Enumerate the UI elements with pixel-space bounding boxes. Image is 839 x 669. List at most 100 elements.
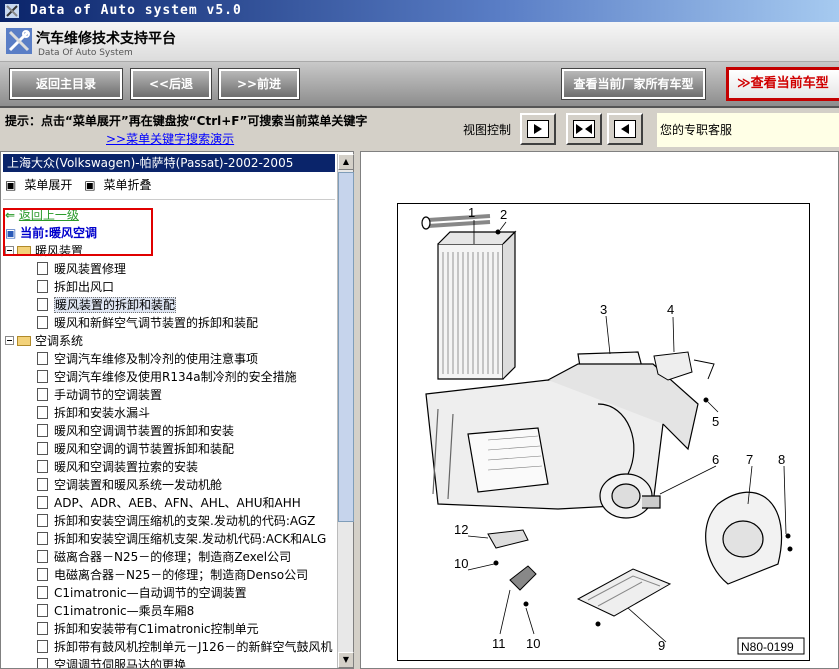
current-model-button[interactable]: ≫查看当前车型 <box>726 67 839 101</box>
document-icon <box>37 550 48 563</box>
menu-item-label: 磁离合器－N25－的修理；制造商Zexel公司 <box>54 550 292 564</box>
menu-item[interactable]: 暖风和空调的调节装置拆卸和装配 <box>37 440 234 458</box>
app-title: 汽车维修技术支持平台 <box>36 31 176 47</box>
menu-item-label: 空调装置和暖风系统一发动机舱 <box>54 478 223 492</box>
document-icon <box>37 298 48 311</box>
menu-item[interactable]: 空调装置和暖风系统一发动机舱 <box>37 476 222 494</box>
menu-item-label: 拆卸和安装带有C1imatronic控制单元 <box>54 622 259 636</box>
menu-item[interactable]: 拆卸和安装带有C1imatronic控制单元 <box>37 620 259 638</box>
document-icon <box>37 424 48 437</box>
collapse-menu-button[interactable]: 菜单折叠 <box>104 178 152 192</box>
menu-item-label: 空调调节伺服马达的更换 <box>54 658 187 668</box>
diagram-drawing: 1 23 456 7 8121011 10 9 N80-0199 <box>421 205 805 655</box>
search-demo-link[interactable]: >>菜单关键字搜索演示 <box>106 130 234 147</box>
double-chevron-icon: ≫ <box>737 76 751 91</box>
part-label: 6 <box>712 452 719 467</box>
document-icon <box>37 532 48 545</box>
menu-item-label: 暖风和空调调节装置的拆卸和安装 <box>54 424 235 438</box>
part-label: 10 <box>526 636 540 651</box>
menu-item[interactable]: 空调汽车维修及使用R134a制冷剂的安全措施 <box>37 368 297 386</box>
back-button[interactable]: <<后退 <box>130 68 212 100</box>
document-icon <box>37 514 48 527</box>
current-model-label: 查看当前车型 <box>750 76 829 91</box>
servo-part <box>509 565 537 591</box>
scroll-up-icon[interactable]: ▲ <box>338 154 354 170</box>
part-label: 8 <box>778 452 785 467</box>
document-icon <box>37 640 48 653</box>
menu-item[interactable]: 拆卸和安装空调压缩机支架.发动机代码:ACK和ALG <box>37 530 326 548</box>
menu-item[interactable]: C1imatronic—自动调节的空调装置 <box>37 584 247 602</box>
menu-item[interactable]: C1imatronic—乘员车厢8 <box>37 602 194 620</box>
menu-item[interactable]: 电磁离合器－N25－的修理；制造商Denso公司 <box>37 566 308 584</box>
home-button[interactable]: 返回主目录 <box>9 68 123 100</box>
menu-item-label: 空调汽车维修及使用R134a制冷剂的安全措施 <box>54 370 297 384</box>
highlight-frame <box>3 208 153 256</box>
part-label: 3 <box>600 302 607 317</box>
part-label: 1 <box>468 205 475 220</box>
menu-tree: ⇐ 返回上一级 ▣ 当前:暖风空调 暖风装置 空调系统 暖风装置修理 拆卸出风口暖… <box>5 206 337 668</box>
menu-item[interactable]: 磁离合器－N25－的修理；制造商Zexel公司 <box>37 548 291 566</box>
menu-item[interactable]: 拆卸出风口 <box>37 278 114 296</box>
bracket-part <box>653 351 715 381</box>
document-icon <box>37 586 48 599</box>
menu-item[interactable]: 拆卸和安装空调压缩机的支架.发动机的代码:AGZ <box>37 512 315 530</box>
view-control-label: 视图控制 <box>463 123 512 137</box>
menu-item[interactable]: 暖风和新鲜空气调节装置的拆卸和装配 <box>37 314 258 332</box>
window-title: Data of Auto system v5.0 <box>30 3 242 18</box>
part-label: 11 <box>492 636 506 651</box>
vertical-scrollbar[interactable]: ▲ ▼ <box>337 154 354 668</box>
menu-item[interactable]: 暖风装置的拆卸和装配 <box>37 296 177 314</box>
menu-item[interactable]: 暖风和空调调节装置的拆卸和安装 <box>37 422 234 440</box>
menu-item[interactable]: 手动调节的空调装置 <box>37 386 162 404</box>
document-icon <box>37 478 48 491</box>
view-split-button[interactable] <box>566 113 602 145</box>
tray-part <box>576 568 672 617</box>
expand-menu-button[interactable]: 菜单展开 <box>24 178 72 192</box>
document-icon <box>37 442 48 455</box>
document-icon <box>37 316 48 329</box>
exploded-parts-diagram: 1 2 3 4 5 6 7 8 12 10 11 10 9 N80-0199 <box>397 203 810 661</box>
menu-item[interactable]: 拆卸带有鼓风机控制单元－J126－的新鲜空气鼓风机 <box>37 638 332 656</box>
forward-button[interactable]: >>前进 <box>218 68 300 100</box>
customer-service[interactable]: 您的专职客服 <box>657 113 839 147</box>
menu-item[interactable]: ADP、ADR、AEB、AFN、AHL、AHU和AHH <box>37 494 301 512</box>
menu-item-label: 电磁离合器－N25－的修理；制造商Denso公司 <box>54 568 309 582</box>
view-left-pane-button[interactable] <box>520 113 556 145</box>
collapse-toggle-icon[interactable] <box>5 336 14 345</box>
menu-item[interactable]: 暖风和空调装置拉索的安装 <box>37 458 198 476</box>
document-icon <box>37 280 48 293</box>
menu-item-label: 暖风和新鲜空气调节装置的拆卸和装配 <box>54 316 259 330</box>
folder-ac[interactable]: 空调系统 <box>5 332 83 350</box>
menu-item-label: 拆卸和安装空调压缩机支架.发动机代码:ACK和ALG <box>54 532 327 546</box>
divider <box>3 199 335 200</box>
document-icon <box>37 262 48 275</box>
menu-item[interactable]: 空调汽车维修及制冷剂的使用注意事项 <box>37 350 258 368</box>
scroll-down-icon[interactable]: ▼ <box>338 652 354 668</box>
menu-controls: ▣ 菜单展开 ▣ 菜单折叠 <box>5 176 160 193</box>
all-models-button[interactable]: 查看当前厂家所有车型 <box>561 68 706 100</box>
lever-part <box>487 529 529 549</box>
document-icon <box>37 406 48 419</box>
folder-icon <box>17 336 31 346</box>
menu-item-label: 拆卸和安装水漏斗 <box>54 406 151 420</box>
menu-item[interactable]: 暖风装置修理 <box>37 260 126 278</box>
document-icon <box>37 388 48 401</box>
document-icon <box>37 604 48 617</box>
document-icon <box>37 352 48 365</box>
part-label: 5 <box>712 414 719 429</box>
menu-item[interactable]: 拆卸和安装水漏斗 <box>37 404 150 422</box>
tip-text: 提示：点击“菜单展开”再在键盘按“Ctrl+F”可搜索当前菜单关键字 <box>5 114 368 128</box>
document-icon <box>37 622 48 635</box>
menu-item[interactable]: 空调调节伺服马达的更换 <box>37 656 186 668</box>
expand-icon: ▣ <box>5 178 17 192</box>
menu-item-label: 暖风和空调装置拉索的安装 <box>54 460 199 474</box>
arrows-inward-icon <box>576 124 592 134</box>
menu-item-label: 暖风装置修理 <box>54 262 127 276</box>
menu-item-label: 拆卸和安装空调压缩机的支架.发动机的代码:AGZ <box>54 514 316 528</box>
scroll-thumb[interactable] <box>338 172 354 522</box>
tip-bar: 提示：点击“菜单展开”再在键盘按“Ctrl+F”可搜索当前菜单关键字 >>菜单关… <box>0 108 839 151</box>
folder-label: 空调系统 <box>35 334 84 348</box>
document-icon <box>37 370 48 383</box>
view-right-pane-button[interactable] <box>607 113 643 145</box>
menu-item-label: 手动调节的空调装置 <box>54 388 163 402</box>
